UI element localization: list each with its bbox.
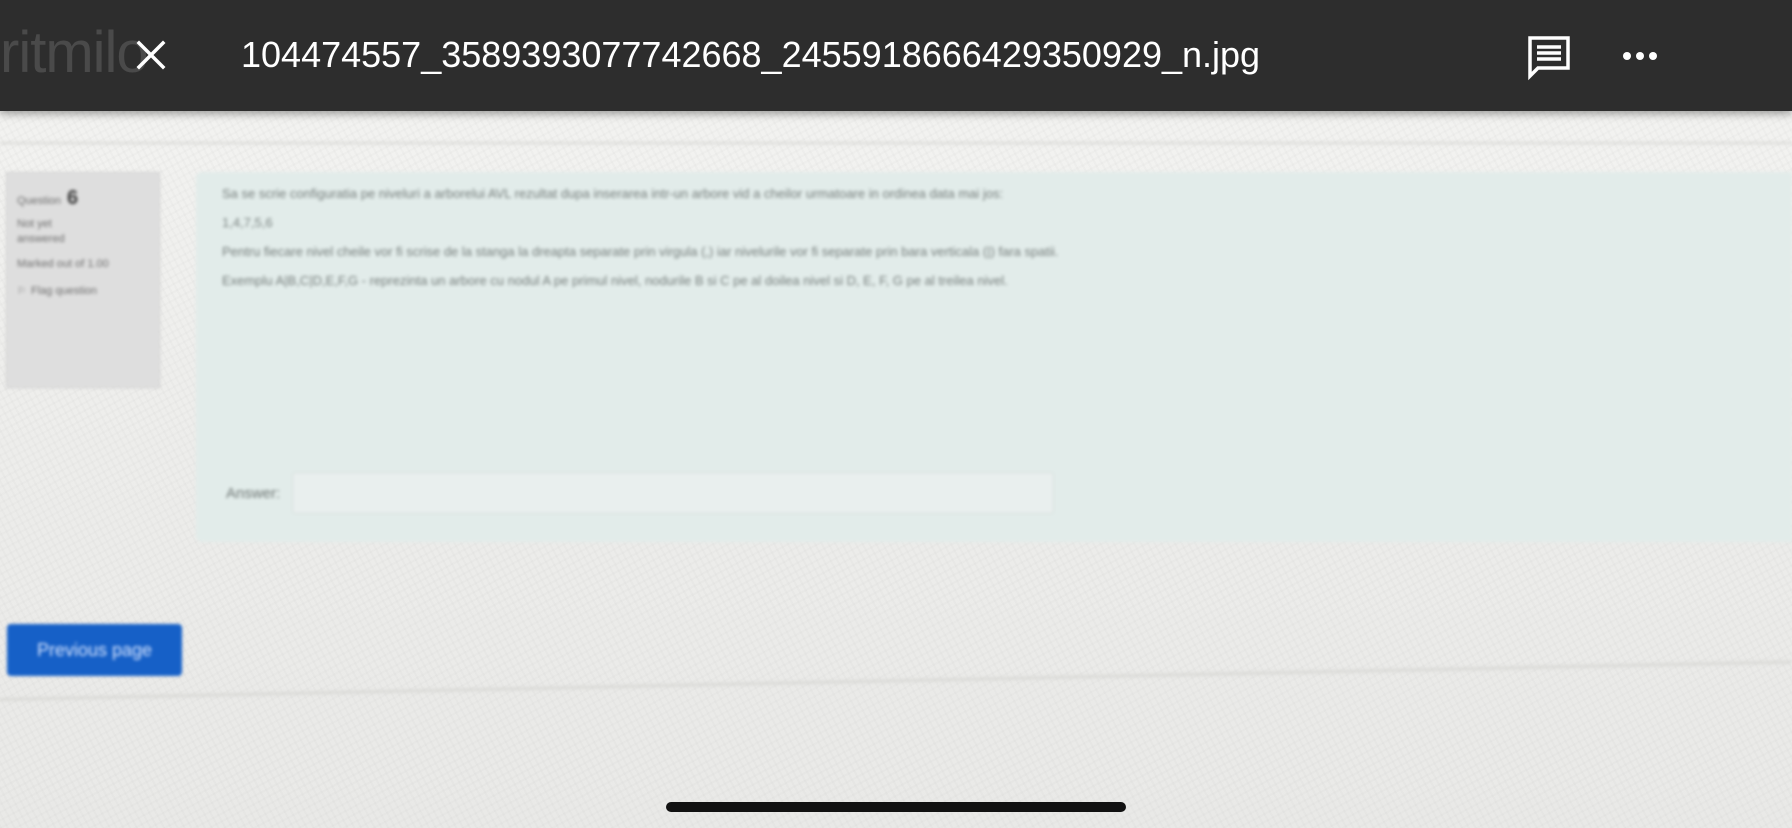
comment-icon [1528, 36, 1570, 81]
question-text-line-4: Exemplu A|B,C|D,E,F,G - reprezinta un ar… [222, 273, 1008, 288]
more-options-icon [1623, 52, 1657, 60]
flag-question-label: Flag question [30, 285, 98, 297]
screen-divider-top [0, 142, 1792, 144]
answer-input[interactable] [292, 472, 1055, 514]
home-indicator[interactable] [666, 802, 1126, 812]
file-name-title: 104474557_3589393077742668_2455918666429… [241, 34, 1261, 75]
background-page-text: ritmilo [0, 20, 149, 85]
previous-page-button[interactable]: Previous page [7, 624, 182, 676]
answer-row: Answer: [226, 472, 1055, 514]
question-text-line-3: Pentru fiecare nivel cheile vor fi scris… [222, 244, 1059, 259]
answer-label: Answer: [226, 484, 281, 502]
question-key-sequence: 1,4,7,5,6 [222, 215, 273, 230]
more-options-button[interactable] [1618, 36, 1666, 76]
question-number: 6 [67, 187, 79, 209]
image-viewer-top-bar: ritmilo 104474557_3589393077742668_24559… [0, 0, 1792, 111]
close-icon [136, 40, 166, 70]
question-number-row: Question 6 [17, 187, 149, 209]
question-status: Not yet answered [17, 218, 65, 245]
screen-divider-bottom [0, 660, 1792, 701]
close-button[interactable] [128, 32, 174, 78]
photo-background: Question 6 Not yet answered Marked out o… [0, 0, 1792, 828]
question-label: Question [17, 195, 62, 207]
blurred-quiz-page: Question 6 Not yet answered Marked out o… [0, 0, 1792, 828]
question-content-box: Sa se scrie configuratia pe niveluri a a… [196, 172, 1792, 542]
question-marks: Marked out of 1.00 [17, 258, 109, 270]
question-info-panel: Question 6 Not yet answered Marked out o… [6, 172, 160, 388]
flag-question-link[interactable]: ⚐ Flag question [17, 284, 149, 299]
flag-icon: ⚐ [17, 286, 26, 297]
question-text-line-1: Sa se scrie configuratia pe niveluri a a… [222, 186, 1004, 201]
comment-button[interactable] [1524, 32, 1574, 82]
